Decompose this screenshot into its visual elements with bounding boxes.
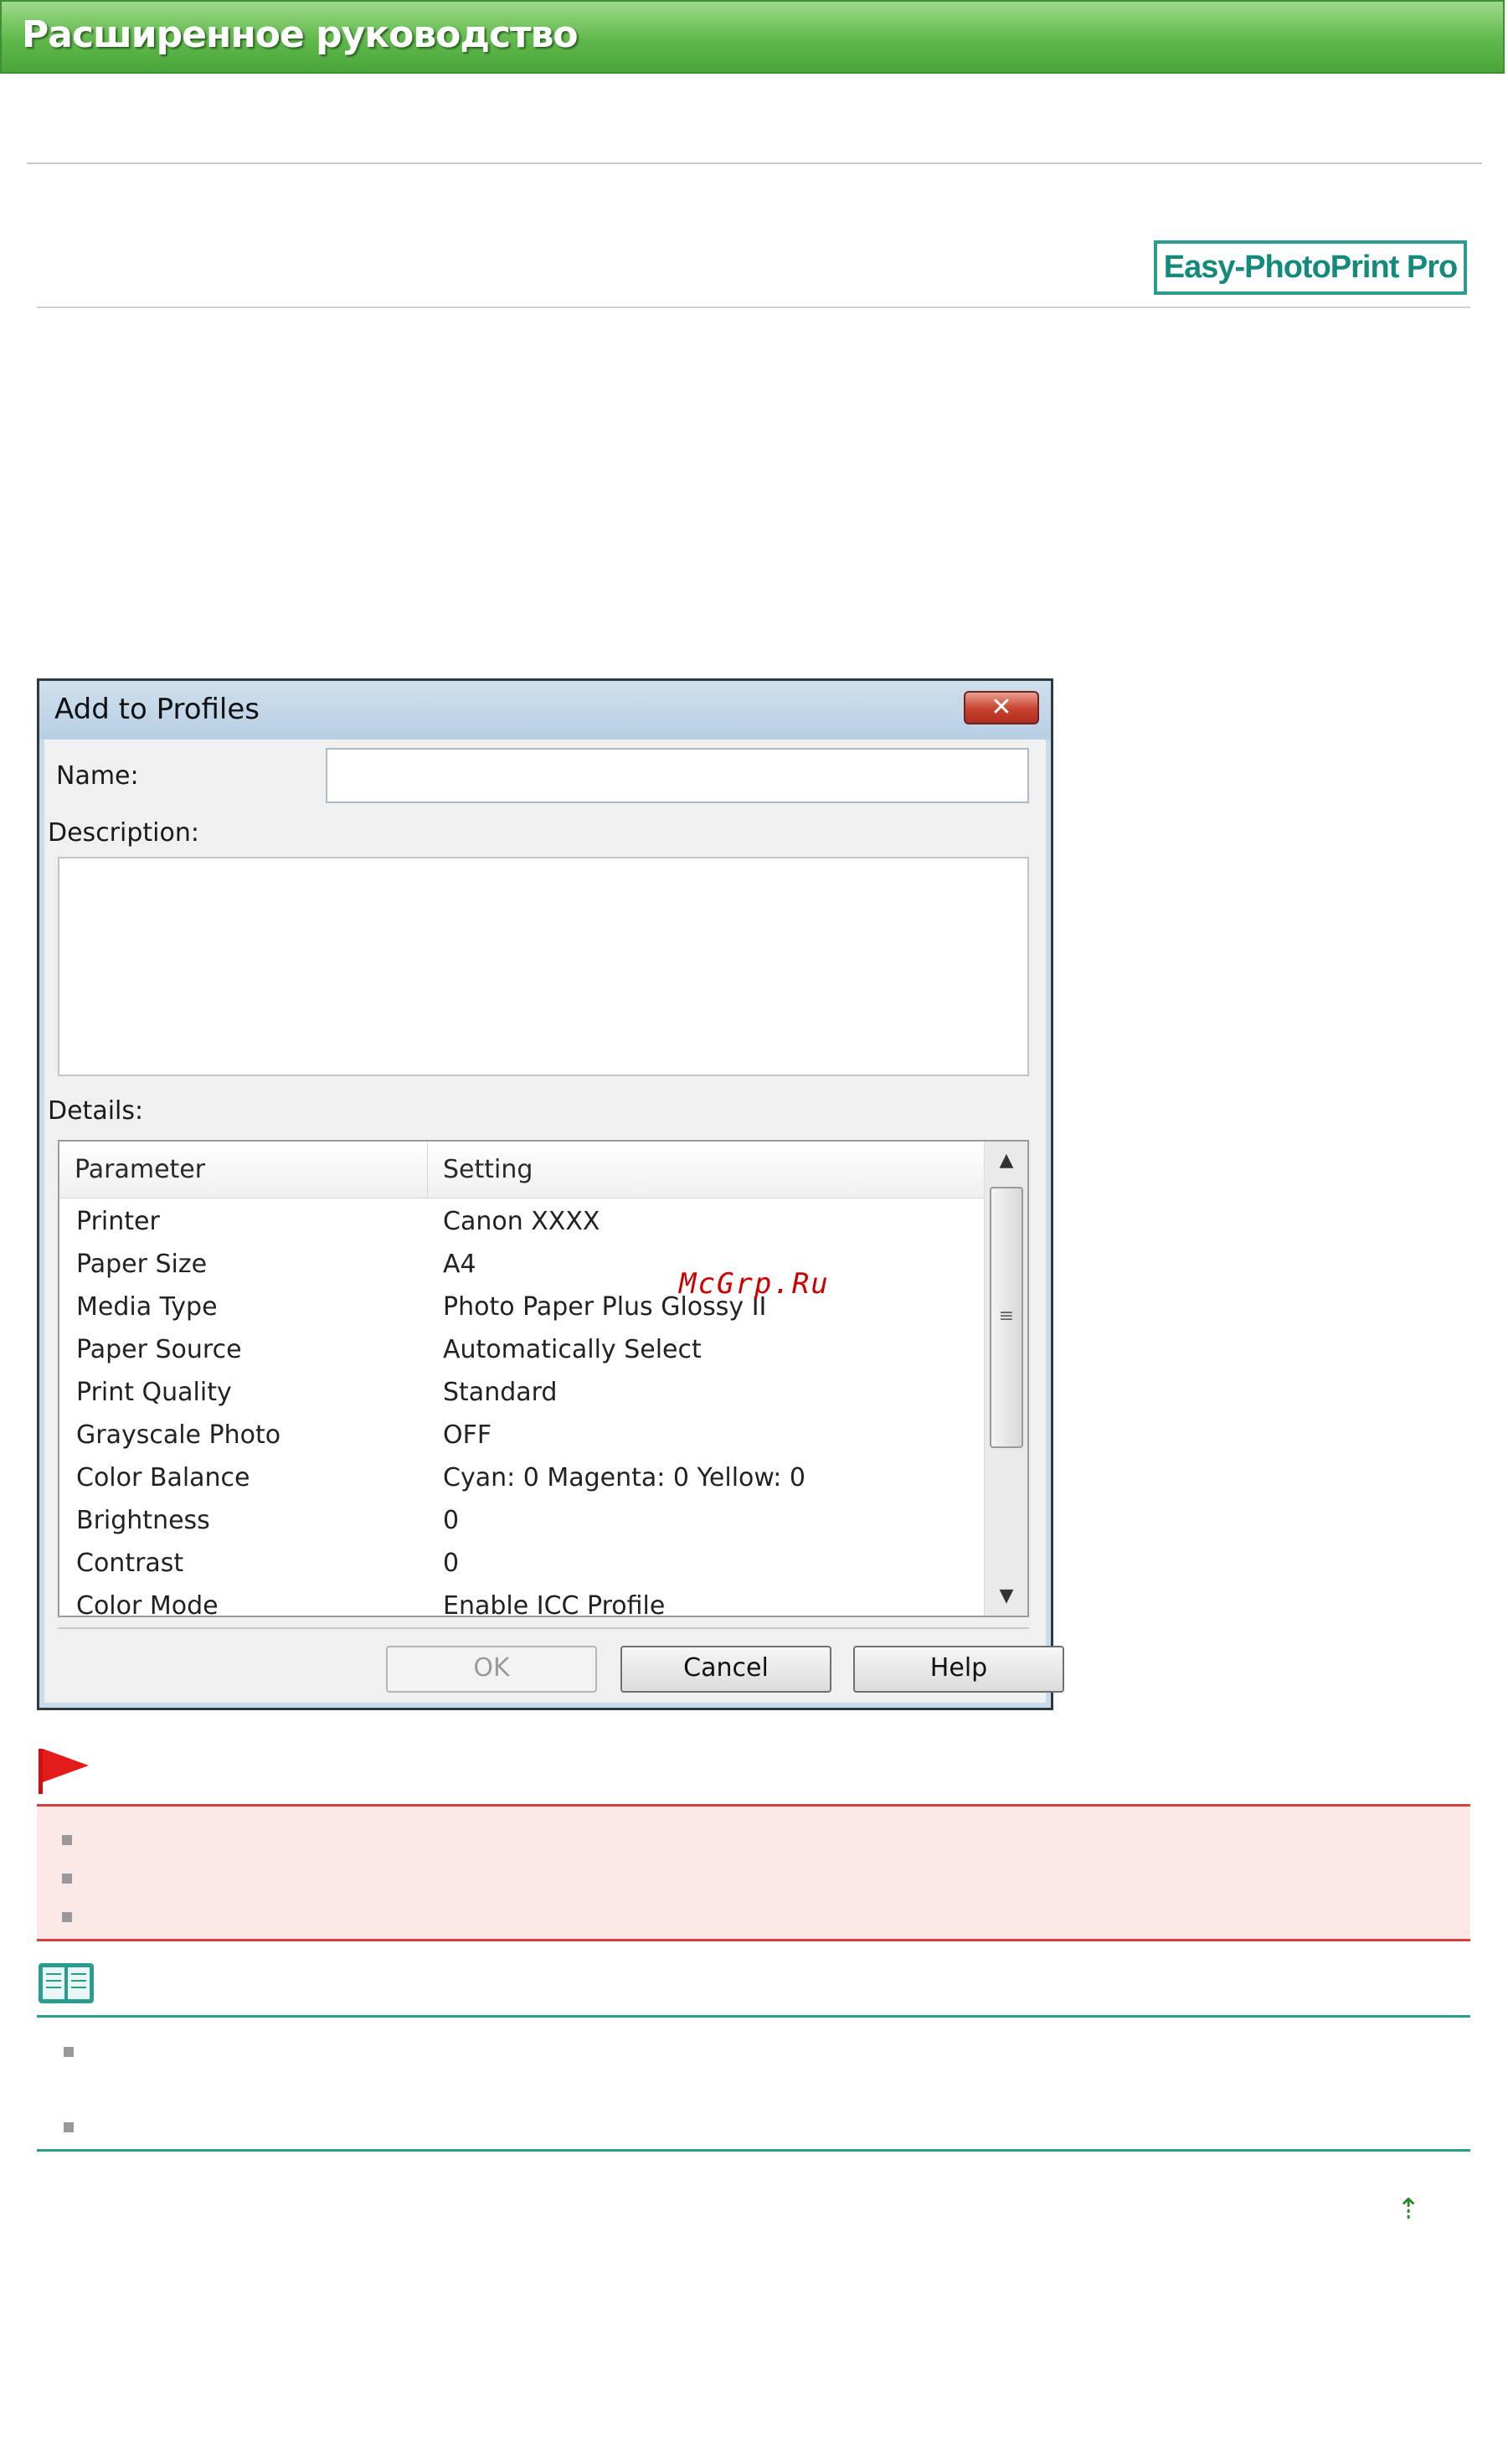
table-row[interactable]: Paper Size A4	[59, 1245, 984, 1287]
table-row[interactable]: Paper Source Automatically Select	[59, 1330, 984, 1373]
row-parameter: Paper Source	[76, 1335, 242, 1364]
column-header-parameter[interactable]: Parameter	[59, 1142, 428, 1198]
table-row[interactable]: Media Type Photo Paper Plus Glossy II	[59, 1287, 984, 1330]
grip-icon: ≡	[998, 1306, 1015, 1327]
row-parameter: Print Quality	[76, 1378, 232, 1407]
table-row[interactable]: Contrast 0	[59, 1544, 984, 1586]
book-note-icon	[39, 1963, 94, 2003]
row-parameter: Color Mode	[76, 1591, 219, 1617]
details-list[interactable]: Parameter Setting Printer Canon XXXX Pap…	[58, 1140, 1029, 1617]
list-bullet	[62, 1835, 72, 1845]
description-textarea[interactable]	[58, 857, 1029, 1076]
column-header-setting[interactable]: Setting	[428, 1142, 984, 1198]
row-setting: 0	[443, 1549, 460, 1578]
dialog-titlebar[interactable]: Add to Profiles ✕	[39, 681, 1051, 740]
scroll-down-arrow[interactable]: ▼	[985, 1577, 1027, 1616]
row-setting: A4	[443, 1250, 476, 1279]
row-parameter: Contrast	[76, 1549, 184, 1578]
name-label: Name:	[56, 761, 139, 791]
divider-below-badge	[37, 307, 1470, 308]
table-row[interactable]: Grayscale Photo OFF	[59, 1415, 984, 1458]
row-parameter: Color Balance	[76, 1463, 250, 1492]
close-button[interactable]: ✕	[964, 691, 1039, 724]
table-row[interactable]: Printer Canon XXXX	[59, 1202, 984, 1245]
row-parameter: Media Type	[76, 1292, 218, 1322]
ok-button[interactable]: OK	[386, 1646, 597, 1693]
description-label: Description:	[48, 818, 199, 848]
row-setting: Automatically Select	[443, 1335, 702, 1364]
row-setting: 0	[443, 1506, 460, 1535]
header-banner: Расширенное руководство	[0, 0, 1505, 74]
details-scrollbar[interactable]: ▲ ≡ ▼	[984, 1142, 1027, 1616]
important-box	[37, 1804, 1470, 1941]
cancel-button[interactable]: Cancel	[620, 1646, 831, 1693]
close-icon: ✕	[991, 693, 1012, 722]
row-setting: Cyan: 0 Magenta: 0 Yellow: 0	[443, 1463, 806, 1492]
row-setting: OFF	[443, 1420, 492, 1450]
details-label: Details:	[48, 1096, 144, 1126]
table-row[interactable]: Color Balance Cyan: 0 Magenta: 0 Yellow:…	[59, 1458, 984, 1501]
note-divider-bottom	[37, 2149, 1470, 2152]
button-separator	[58, 1627, 1029, 1629]
dialog-title: Add to Profiles	[54, 693, 260, 726]
table-row[interactable]: Brightness 0	[59, 1501, 984, 1544]
watermark: McGrp.Ru	[679, 1267, 830, 1301]
scroll-thumb[interactable]: ≡	[990, 1187, 1023, 1448]
list-bullet	[64, 2047, 74, 2057]
row-parameter: Brightness	[76, 1506, 210, 1535]
list-bullet	[64, 2122, 74, 2132]
flag-icon	[39, 1749, 89, 1794]
add-to-profiles-dialog: Add to Profiles ✕ Name: Description: Det…	[37, 678, 1064, 1710]
name-input[interactable]	[326, 748, 1029, 803]
column-header-setting-label: Setting	[443, 1155, 533, 1184]
table-row[interactable]: Color Mode Enable ICC Profile	[59, 1586, 984, 1617]
list-bullet	[62, 1912, 72, 1922]
row-parameter: Grayscale Photo	[76, 1420, 281, 1450]
table-row[interactable]: Print Quality Standard	[59, 1373, 984, 1415]
row-setting: Standard	[443, 1378, 558, 1407]
product-badge: Easy-PhotoPrint Pro	[1154, 240, 1467, 295]
banner-title: Расширенное руководство	[22, 13, 579, 56]
divider-top	[27, 162, 1482, 164]
row-setting: Enable ICC Profile	[443, 1591, 666, 1617]
column-header-parameter-label: Parameter	[75, 1155, 206, 1184]
help-button[interactable]: Help	[853, 1646, 1064, 1693]
row-setting: Canon XXXX	[443, 1207, 600, 1236]
row-parameter: Printer	[76, 1207, 160, 1236]
back-to-top-icon[interactable]: ⇡	[1397, 2193, 1421, 2226]
dialog-body: Name: Description: Details: Parameter Se…	[44, 740, 1064, 1703]
scroll-up-arrow[interactable]: ▲	[985, 1142, 1027, 1180]
note-divider-top	[37, 2015, 1470, 2018]
list-bullet	[62, 1874, 72, 1884]
row-parameter: Paper Size	[76, 1250, 208, 1279]
